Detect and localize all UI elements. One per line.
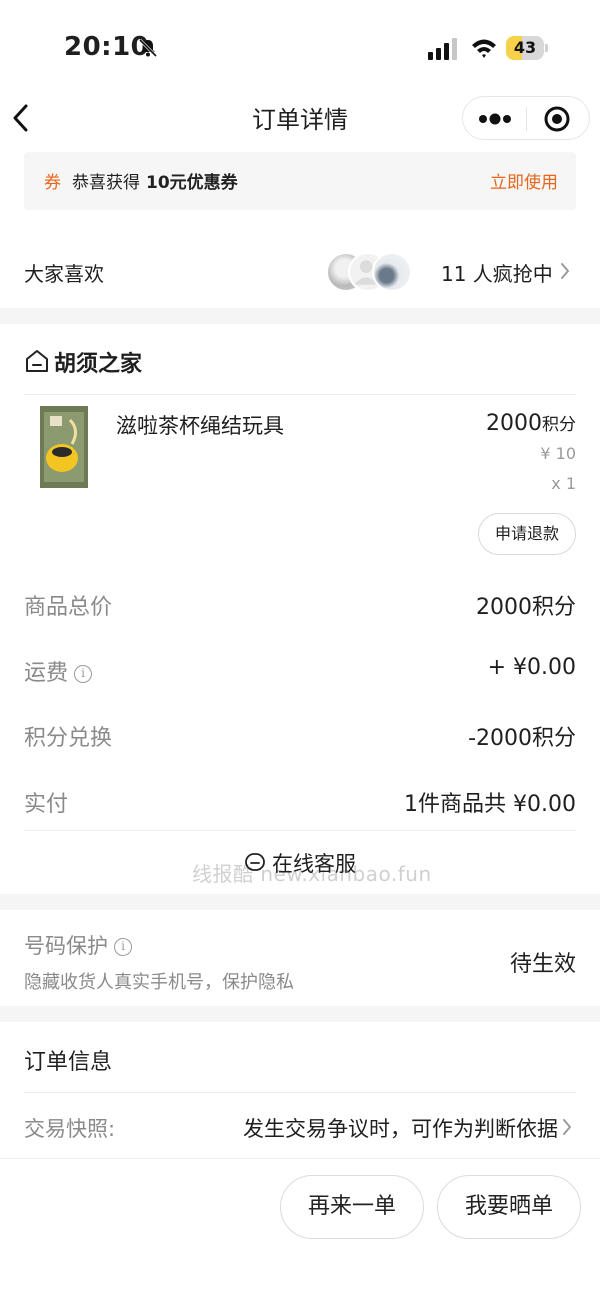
popular-count: 11 人疯抢中	[441, 262, 553, 286]
info-icon[interactable]: i	[114, 938, 132, 956]
product-thumbnail[interactable]	[40, 406, 88, 488]
avatar	[372, 252, 412, 292]
reorder-button[interactable]: 再来一单	[280, 1175, 424, 1239]
share-review-button[interactable]: 我要晒单	[437, 1175, 581, 1239]
store-icon	[26, 350, 48, 372]
shop-name: 胡须之家	[54, 352, 143, 377]
wifi-icon	[472, 39, 496, 58]
total-price-label: 商品总价	[24, 595, 113, 620]
points-exchange-label: 积分兑换	[24, 726, 113, 751]
chevron-right-icon	[561, 263, 569, 279]
paid-label: 实付	[24, 792, 69, 817]
shipping-label: 运费 i	[24, 655, 93, 687]
chat-icon	[245, 853, 265, 871]
divider	[24, 394, 576, 395]
status-bar: 20:10 43	[0, 0, 600, 96]
online-service-button[interactable]: 在线客服	[0, 848, 600, 878]
snapshot-link[interactable]: 发生交易争议时，可作为判断依据	[243, 1113, 558, 1143]
product-price: ¥ 10	[540, 444, 576, 463]
coupon-amount: 10元优惠券	[146, 173, 238, 193]
battery-icon: 43	[506, 36, 548, 60]
avatar-group	[326, 252, 442, 292]
bottom-action-bar: 再来一单 我要晒单	[0, 1158, 600, 1304]
more-dots-icon[interactable]	[475, 97, 515, 141]
section-gap	[0, 308, 600, 324]
shipping-value: + ¥0.00	[487, 655, 576, 680]
total-price-value: 2000积分	[476, 595, 576, 620]
chevron-right-icon[interactable]	[562, 1118, 572, 1136]
target-icon[interactable]	[543, 105, 571, 133]
use-coupon-link[interactable]: 立即使用	[490, 168, 558, 193]
coupon-banner[interactable]: 券 恭喜获得 10元优惠券 立即使用	[24, 152, 576, 210]
divider	[24, 830, 576, 831]
signal-icon	[428, 38, 457, 60]
number-protection-status: 待生效	[509, 952, 576, 977]
divider	[24, 1092, 576, 1093]
number-protection-description: 隐藏收货人真实手机号，保护隐私	[24, 972, 294, 993]
nav-bar: 订单详情	[0, 96, 600, 140]
popular-row[interactable]: 大家喜欢 11 人疯抢中	[24, 240, 576, 304]
order-info-title: 订单信息	[24, 1050, 113, 1075]
points-exchange-value: -2000积分	[468, 726, 576, 751]
battery-level: 43	[513, 38, 537, 57]
product-name[interactable]: 滋啦茶杯绳结玩具	[116, 410, 284, 440]
mini-program-capsule	[462, 96, 590, 140]
section-gap	[0, 1006, 600, 1022]
online-service-label: 在线客服	[272, 852, 356, 876]
product-quantity: x 1	[551, 474, 576, 493]
info-icon[interactable]: i	[74, 665, 93, 683]
bell-slash-icon	[138, 38, 158, 58]
popular-label: 大家喜欢	[24, 262, 104, 286]
coupon-tag: 券	[44, 173, 61, 193]
refund-button[interactable]: 申请退款	[478, 513, 576, 555]
status-time: 20:10	[64, 32, 150, 62]
section-gap	[0, 894, 600, 910]
product-points: 2000积分	[486, 411, 576, 436]
snapshot-label: 交易快照:	[24, 1117, 116, 1141]
coupon-message: 恭喜获得 10元优惠券	[72, 173, 238, 193]
number-protection-title: 号码保护 i	[24, 930, 132, 960]
paid-value: 1件商品共 ¥0.00	[404, 792, 576, 817]
